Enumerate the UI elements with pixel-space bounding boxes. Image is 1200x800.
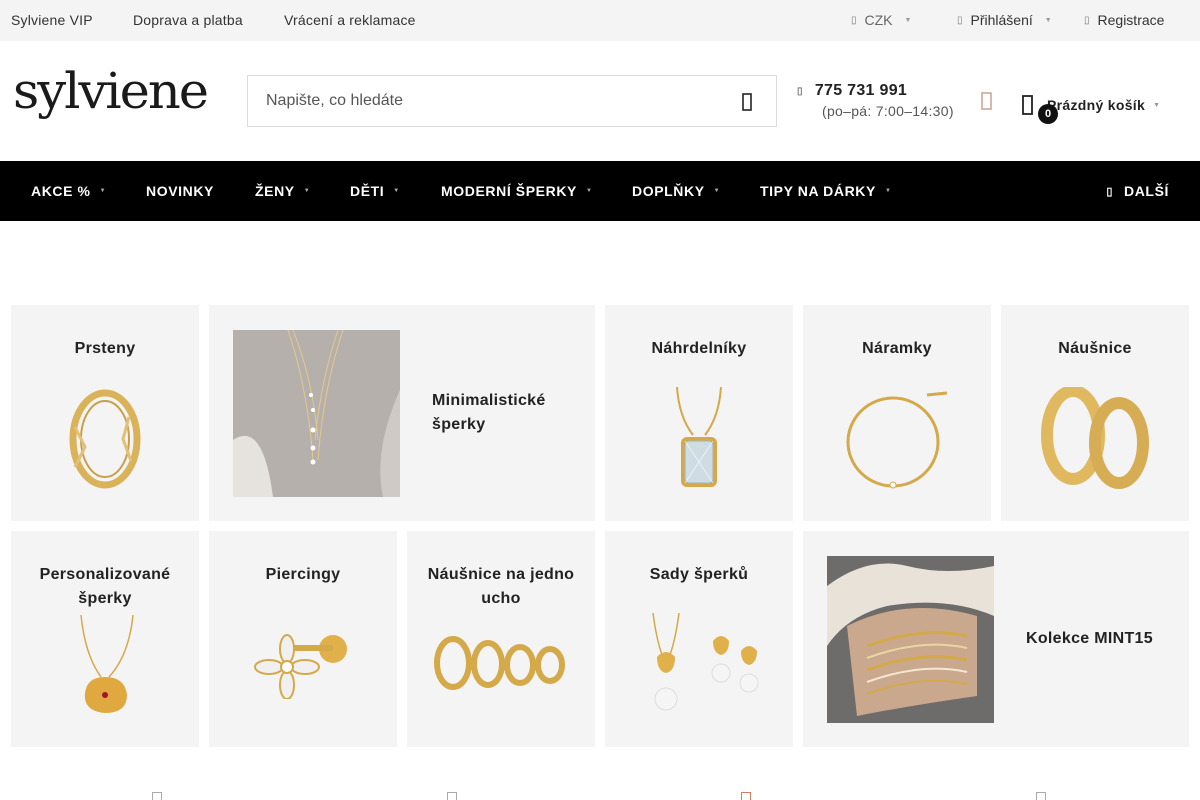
nav-more-button[interactable]: ▯ DALŠÍ — [1106, 183, 1169, 199]
pendant-necklace-icon — [676, 387, 722, 487]
category-tile-naramky[interactable]: Náramky — [803, 305, 991, 521]
chevron-down-icon: ▼ — [303, 188, 311, 194]
phone-hours: (po–pá: 7:00–14:30) — [822, 103, 954, 119]
category-name: Náhrdelníky — [651, 340, 747, 357]
search-icon — [742, 93, 752, 111]
category-tile-sady[interactable]: Sady šperků — [605, 531, 793, 747]
category-tile-prsteny[interactable]: Prsteny — [11, 305, 199, 521]
category-tile-kolekce-mint15[interactable]: Kolekce MINT15 — [803, 531, 1189, 747]
phone-contact[interactable]: ▯ 775 731 991 (po–pá: 7:00–14:30) — [797, 82, 954, 119]
nav-item-akce[interactable]: AKCE % ▼ — [31, 183, 106, 199]
category-tile-nahrdelniky[interactable]: Náhrdelníky — [605, 305, 793, 521]
svg-text:sylviene: sylviene — [13, 66, 207, 120]
returns-link[interactable]: Vrácení a reklamace — [284, 12, 416, 28]
register-label: Registrace — [1097, 12, 1165, 28]
category-tile-nausnice-jedno-ucho[interactable]: Náušnice na jedno ucho — [407, 531, 595, 747]
wishlist-button[interactable] — [978, 90, 996, 112]
nav-more-label: DALŠÍ — [1124, 183, 1169, 199]
logo-wordmark: sylviene — [13, 62, 209, 120]
nav-label: DĚTI — [350, 183, 385, 199]
chevron-down-icon: ▼ — [585, 188, 593, 194]
category-name: Personalizované šperky — [39, 566, 171, 607]
chevron-down-icon: ▼ — [99, 188, 107, 194]
login-label: Přihlášení — [970, 12, 1033, 28]
currency-selector[interactable]: ▯ CZK ▼ — [851, 12, 911, 28]
register-icon: ▯ — [1084, 14, 1090, 26]
top-bar: Sylviene VIP Doprava a platba Vrácení a … — [0, 0, 1200, 41]
phone-icon: ▯ — [797, 85, 803, 97]
chevron-down-icon: ▼ — [1153, 101, 1160, 109]
chevron-down-icon: ▼ — [393, 188, 400, 194]
category-tile-minimalisticke[interactable]: Minimalistické šperky — [209, 305, 595, 521]
nav-label: NOVINKY — [146, 183, 214, 199]
register-link[interactable]: ▯ Registrace — [1084, 12, 1164, 28]
nav-item-doplnky[interactable]: DOPLŇKY ▼ — [632, 183, 720, 199]
nav-item-tipy-na-darky[interactable]: TIPY NA DÁRKY ▼ — [760, 183, 891, 199]
category-tile-personalizovane[interactable]: Personalizované šperky — [11, 531, 199, 747]
jewelry-set-icon — [652, 613, 759, 711]
nav-label: ŽENY — [255, 183, 295, 199]
main-navigation: AKCE % ▼ NOVINKY ŽENY ▼ DĚTI ▼ MODERNÍ ŠPER… — [0, 161, 1200, 221]
currency-label: CZK — [864, 12, 893, 28]
login-menu[interactable]: ▯ Přihlášení ▼ — [957, 12, 1052, 28]
category-name: Náramky — [862, 340, 932, 357]
bracelets-photo — [827, 556, 994, 723]
phone-number: 775 731 991 — [814, 82, 908, 99]
chevron-down-icon: ▼ — [884, 188, 892, 194]
vip-link[interactable]: Sylviene VIP — [11, 12, 93, 28]
nav-item-moderni-sperky[interactable]: MODERNÍ ŠPERKY ▼ — [441, 183, 593, 199]
search-button[interactable] — [736, 90, 760, 114]
hoop-earrings-icon — [1041, 387, 1149, 489]
cart-icon — [1022, 95, 1033, 115]
search-input[interactable] — [248, 76, 708, 126]
nav-label: AKCE % — [31, 183, 91, 199]
category-name: Prsteny — [74, 340, 136, 357]
site-logo[interactable]: sylviene — [13, 62, 209, 126]
category-name: Náušnice na jedno ucho — [427, 566, 575, 607]
medallion-necklace-icon — [80, 615, 134, 713]
cart-label: Prázdný košík — [1047, 97, 1146, 113]
nav-label: TIPY NA DÁRKY — [760, 183, 876, 199]
cart-button[interactable]: 0 Prázdný košík ▼ — [1020, 87, 1160, 124]
user-icon: ▯ — [957, 14, 963, 26]
chevron-down-icon: ▼ — [713, 188, 721, 194]
category-tile-nausnice[interactable]: Náušnice — [1001, 305, 1189, 521]
feature-icon — [1036, 792, 1046, 800]
necklace-photo — [233, 330, 400, 497]
mini-hoops-icon — [434, 636, 565, 690]
feature-icon — [741, 792, 751, 800]
feature-icon — [447, 792, 457, 800]
category-name: Náušnice — [1058, 340, 1132, 357]
nav-item-zeny[interactable]: ŽENY ▼ — [255, 183, 310, 199]
category-name: Minimalistické šperky — [432, 392, 546, 433]
nav-item-novinky[interactable]: NOVINKY — [146, 183, 214, 199]
feature-icon — [152, 792, 162, 800]
category-name: Piercingy — [265, 566, 341, 583]
wishlist-icon — [981, 92, 992, 110]
bracelet-icon — [846, 391, 948, 489]
chevron-down-icon: ▼ — [904, 16, 912, 24]
nav-label: MODERNÍ ŠPERKY — [441, 183, 577, 199]
search-box — [247, 75, 777, 127]
ring-icon — [69, 389, 141, 489]
category-tile-piercingy[interactable]: Piercingy — [209, 531, 397, 747]
shipping-link[interactable]: Doprava a platba — [133, 12, 243, 28]
category-name: Kolekce MINT15 — [1026, 630, 1153, 647]
nav-item-deti[interactable]: DĚTI ▼ — [350, 183, 400, 199]
category-name: Sady šperků — [649, 566, 749, 583]
nav-label: DOPLŇKY — [632, 183, 705, 199]
menu-icon: ▯ — [1106, 185, 1113, 198]
cart-count-badge: 0 — [1038, 104, 1058, 124]
currency-icon: ▯ — [851, 14, 857, 26]
chevron-down-icon: ▼ — [1044, 16, 1052, 24]
flower-piercing-icon — [254, 634, 347, 699]
